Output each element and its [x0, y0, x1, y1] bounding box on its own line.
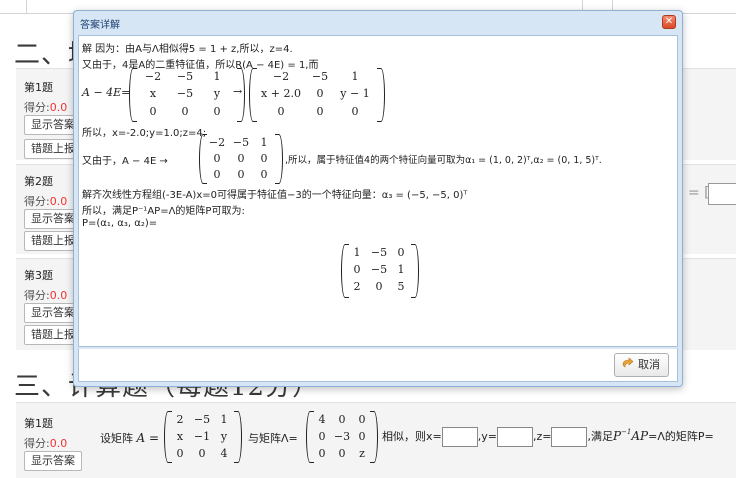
- question-label: 第2题: [24, 175, 53, 188]
- matrix-row-reduced-2: −2 −5 1 0 0 0 0 0 0: [199, 134, 285, 184]
- solution-line-1: 解 因为：由A与Λ相似得5 = 1 + z,所以，z=4.: [82, 44, 293, 55]
- question-score: 得分:0.0: [24, 289, 68, 302]
- dialog-title: 答案详解: [80, 20, 120, 31]
- cancel-label: 取消: [638, 358, 660, 371]
- transform-arrow: →: [233, 85, 243, 98]
- question-2-equation-text: = [: [688, 185, 710, 201]
- dialog-body: 解 因为：由A与Λ相似得5 = 1 + z,所以，z=4. 又由于，4是A的二重…: [78, 35, 678, 347]
- calc-question-prefix: 设矩阵 A =: [100, 431, 160, 445]
- question-score: 得分:0.0: [24, 195, 68, 208]
- solution-line-7: 所以，满足P⁻¹AP=Λ的矩阵P可取为:: [82, 206, 245, 217]
- calc-question-answer-row: 相似，则x= ,y= ,z= ,满足P−1AP=Λ的矩阵P=: [382, 427, 714, 447]
- calc-question-block: 第1题 得分:0.0 显示答案 设矩阵 A = 2 −5 1 x −1 y 0 …: [16, 402, 736, 478]
- cancel-button[interactable]: 取消: [614, 353, 669, 377]
- close-icon[interactable]: ✕: [662, 15, 676, 29]
- matrix-a: 2 −5 1 x −1 y 0 0 4: [162, 411, 246, 463]
- undo-arrow-icon: [622, 357, 634, 368]
- matrix-lambda: 4 0 0 0 −3 0 0 0 z: [304, 411, 382, 463]
- solution-line-5-suffix: ,所以，属于特征值4的两个特征向量可取为α₁ = (1, 0, 2)ᵀ,α₂ =…: [285, 155, 602, 166]
- y-answer-input[interactable]: [496, 427, 533, 447]
- matrix-row-reduced-1: −2 −5 1 x + 2.0 0 y − 1 0 0 0: [249, 68, 387, 122]
- show-answer-button[interactable]: 显示答案: [24, 451, 82, 471]
- solution-line-4: 所以，x=-2.0;y=1.0;z=4;: [82, 128, 207, 139]
- solution-line-5-prefix: 又由于，A − 4E →: [82, 156, 168, 167]
- matrix-p: 1 −5 0 0 −5 1 2 0 5: [341, 244, 421, 298]
- question-2-answer-input[interactable]: [708, 183, 736, 205]
- matrix-a-minus-4e: −2 −5 1 x −5 y 0 0 0: [129, 68, 247, 122]
- z-answer-input[interactable]: [551, 427, 588, 447]
- dialog-footer: 取消: [78, 348, 678, 382]
- question-label: 第1题: [24, 417, 53, 430]
- question-label: 第1题: [24, 81, 53, 94]
- solution-line-3-lhs: A − 4E=: [82, 86, 131, 99]
- question-score: 得分:0.0: [24, 437, 68, 450]
- solution-line-6: 解齐次线性方程组(-3E-A)x=0可得属于特征值−3的一个特征向量：α₃ = …: [82, 190, 468, 201]
- solution-line-8: P=(α₁, α₃, α₂)=: [82, 218, 158, 229]
- x-answer-input[interactable]: [441, 427, 478, 447]
- answer-detail-dialog: 答案详解 ✕ 解 因为：由A与Λ相似得5 = 1 + z,所以，z=4. 又由于…: [73, 10, 683, 387]
- calc-question-mid: 与矩阵Λ=: [248, 432, 298, 445]
- question-score: 得分:0.0: [24, 101, 68, 114]
- question-label: 第3题: [24, 269, 53, 282]
